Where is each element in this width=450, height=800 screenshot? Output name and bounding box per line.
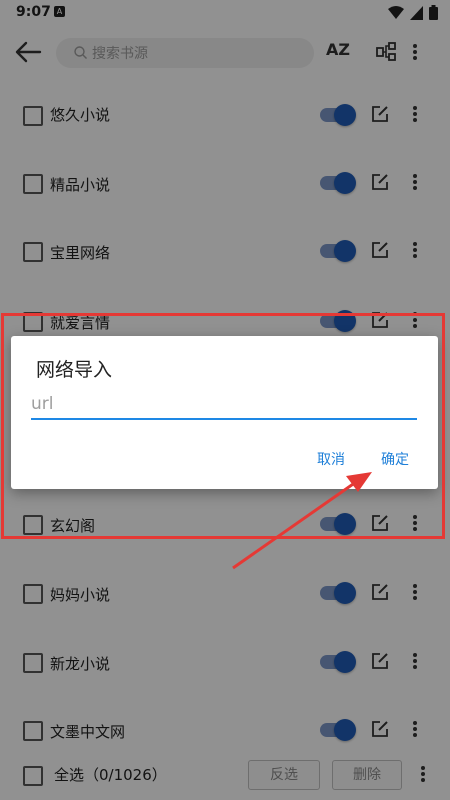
annotation-arrow-icon [232,472,372,570]
